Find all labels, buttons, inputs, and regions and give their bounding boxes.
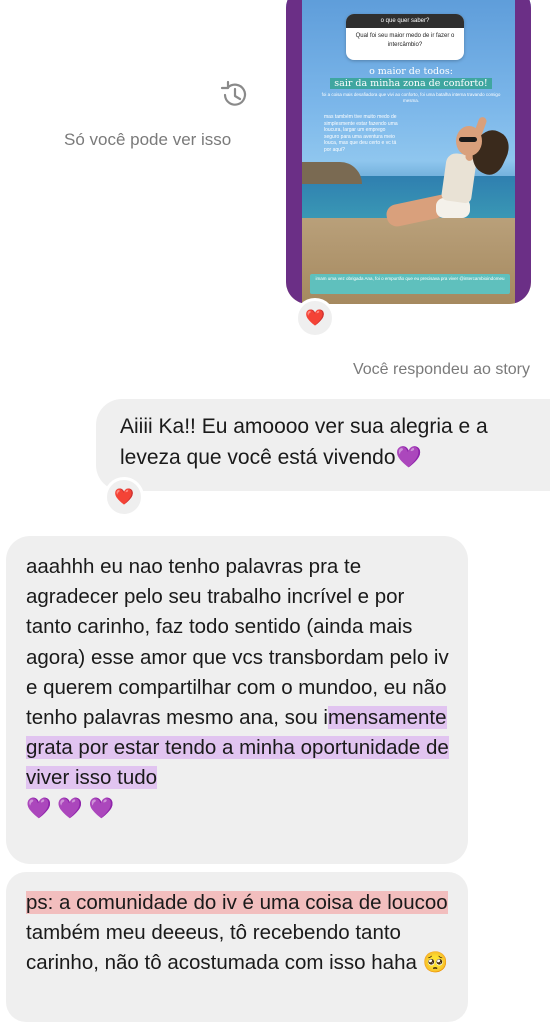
story-frame-right: [515, 0, 531, 304]
story-question-text: Qual foi seu maior medo de ir fazer o in…: [355, 33, 455, 48]
story-reaction[interactable]: ❤️: [295, 298, 335, 338]
story-headline-line1: o maior de todos:: [369, 66, 453, 77]
incoming-message-1-text: aaahhh eu nao tenho palavras pra te agra…: [26, 555, 449, 730]
only-you-label: Só você pode ver isso: [64, 130, 232, 149]
story-person-sunglasses: [459, 137, 477, 142]
outgoing-message-bubble[interactable]: Aiiii Ka!! Eu amoooo ver sua alegria e a…: [96, 399, 550, 491]
incoming-message-bubble-1[interactable]: aaahhh eu nao tenho palavras pra te agra…: [6, 536, 468, 864]
history-clock-icon: [218, 78, 252, 112]
outgoing-message-text: Aiiii Ka!! Eu amoooo ver sua alegria e a…: [120, 415, 488, 469]
story-caption: imam uma vez obrigada Ana, foi o empurrã…: [310, 274, 510, 294]
message-reaction[interactable]: ❤️: [104, 477, 144, 517]
story-question-sticker: o que quer saber? Qual foi seu maior med…: [346, 14, 464, 60]
incoming-message-bubble-2[interactable]: ps: a comunidade do iv é uma coisa de lo…: [6, 872, 468, 1022]
heart-icon: ❤️: [305, 310, 325, 327]
story-cliff: [302, 162, 362, 184]
story-preview[interactable]: o que quer saber? Qual foi seu maior med…: [286, 0, 531, 304]
story-question-header: o que quer saber?: [346, 14, 464, 28]
story-headline-line2: sair da minha zona de conforto!: [330, 78, 492, 89]
incoming-message-2-text: também meu deeeus, tô recebendo tanto ca…: [26, 921, 449, 975]
incoming-message-2-highlight: ps: a comunidade do iv é uma coisa de lo…: [26, 891, 448, 914]
story-body-text: mas também tive muito medo de simplesmen…: [324, 114, 398, 153]
heart-icon: ❤️: [114, 489, 134, 506]
story-small-text: foi a coisa mais desafiadora que vivi ao…: [321, 92, 501, 103]
story-headline: o maior de todos: sair da minha zona de …: [316, 66, 506, 90]
story-frame-left: [286, 0, 302, 304]
purple-hearts: 💜 💜 💜: [26, 796, 114, 820]
replied-to-story-label: Você respondeu ao story: [352, 361, 530, 378]
